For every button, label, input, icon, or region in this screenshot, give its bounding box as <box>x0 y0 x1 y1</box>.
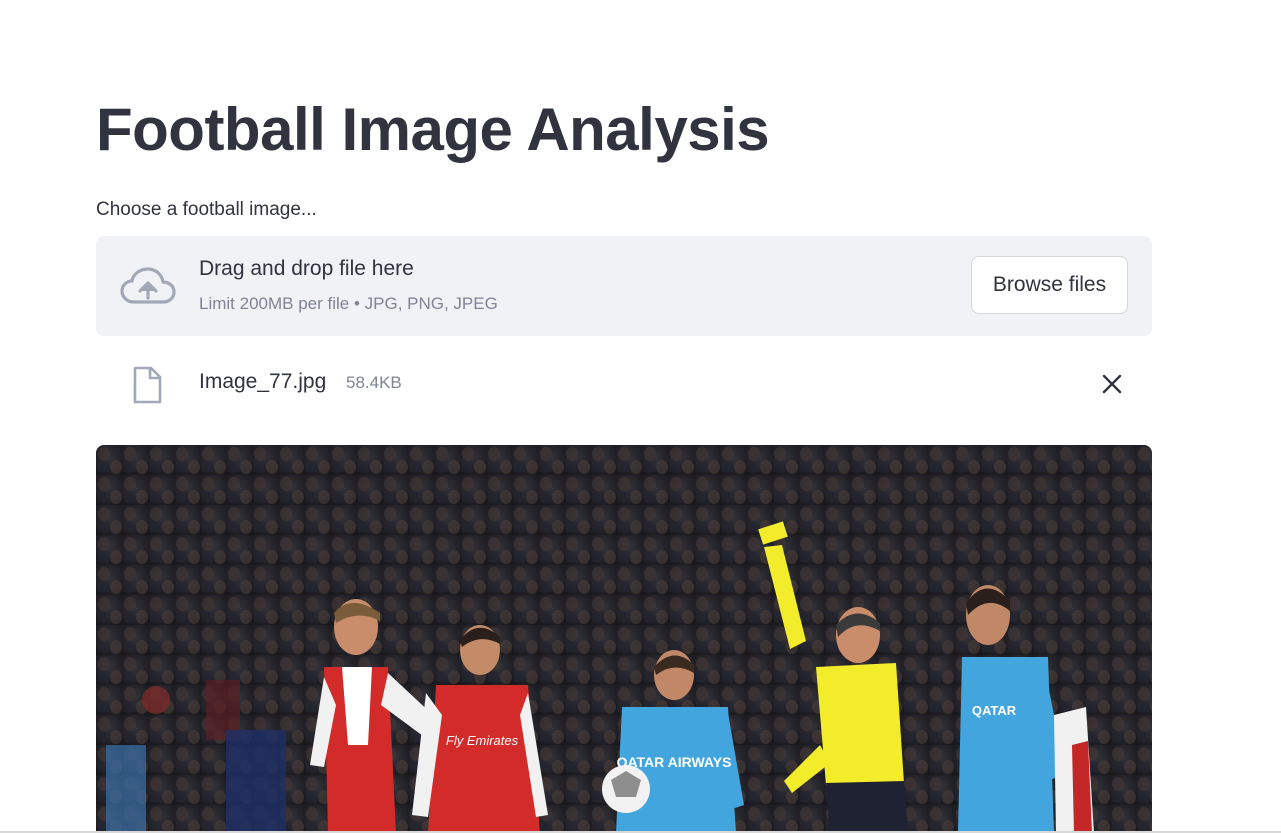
close-icon <box>1098 374 1126 401</box>
remove-file-button[interactable] <box>1098 370 1126 398</box>
uploaded-file-row: Image_77.jpg 58.4KB <box>96 360 1152 408</box>
cloud-upload-icon <box>120 266 176 306</box>
shirt-sponsor-red: Fly Emirates <box>446 733 519 748</box>
uploader-label: Choose a football image... <box>96 199 317 220</box>
file-dropzone[interactable]: Drag and drop file here Limit 200MB per … <box>96 236 1152 336</box>
browse-files-button[interactable]: Browse files <box>971 256 1128 314</box>
dropzone-title: Drag and drop file here <box>199 257 414 280</box>
svg-text:QATAR: QATAR <box>972 703 1017 718</box>
file-size: 58.4KB <box>346 373 402 392</box>
page-title: Football Image Analysis <box>96 96 770 163</box>
uploaded-football-image: Fly Emirates QATAR AIRWAYS QATAR <box>96 445 1152 833</box>
file-name: Image_77.jpg <box>199 370 327 393</box>
file-icon <box>132 366 162 404</box>
dropzone-limits: Limit 200MB per file • JPG, PNG, JPEG <box>199 294 498 313</box>
